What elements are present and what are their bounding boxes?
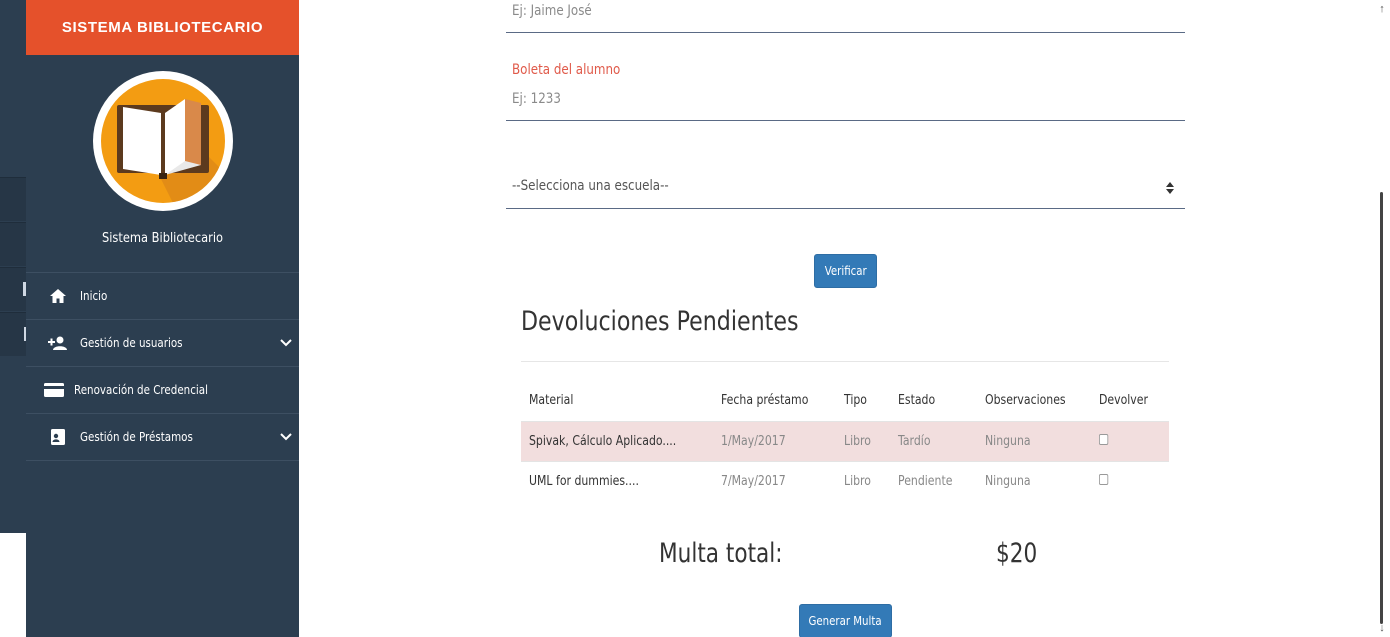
collapsed-nav-slot <box>0 312 26 356</box>
col-material: Material <box>529 393 574 409</box>
brand-title[interactable]: SISTEMA BIBLIOTECARIO <box>26 0 299 55</box>
sidebar-item-label: Inicio <box>80 289 108 303</box>
table-header-row: Material Fecha préstamo Tipo Estado Obse… <box>521 381 1169 421</box>
contact-card-icon <box>48 427 68 447</box>
scroll-down-arrow-icon[interactable]: ↓ <box>1376 622 1388 634</box>
table-row: Spivak, Cálculo Aplicado.... 1/May/2017 … <box>521 420 1169 461</box>
school-select[interactable]: --Selecciona una escuela-- <box>506 170 1185 209</box>
sidebar-item-label: Gestión de Préstamos <box>80 430 193 444</box>
table-row: UML for dummies.... 7/May/2017 Libro Pen… <box>521 460 1169 501</box>
cell-tipo: Libro <box>836 420 890 461</box>
sidebar-item-label: Renovación de Credencial <box>74 383 208 397</box>
boleta-label: Boleta del alumno <box>512 62 621 78</box>
return-checkbox[interactable] <box>1099 433 1109 445</box>
scroll-up-arrow-icon[interactable]: ↑ <box>1376 3 1388 15</box>
cell-observaciones: Ninguna <box>977 420 1091 461</box>
cell-estado: Tardío <box>890 420 977 461</box>
cell-fecha: 1/May/2017 <box>713 420 836 461</box>
select-arrows-icon <box>1166 182 1174 194</box>
cell-fecha: 7/May/2017 <box>713 460 836 501</box>
col-devolver: Devolver <box>1099 393 1148 409</box>
chevron-down-icon[interactable] <box>279 335 293 349</box>
chevron-down-icon[interactable] <box>279 429 293 443</box>
collapsed-nav-slot <box>0 177 26 221</box>
home-icon <box>48 286 68 306</box>
boleta-field[interactable]: Boleta del alumno Ej: 1233 <box>506 58 1185 121</box>
name-placeholder: Ej: Jaime José <box>512 3 592 19</box>
title-divider <box>521 361 1169 362</box>
generate-fine-button[interactable]: Generar Multa <box>799 604 892 637</box>
cell-devolver <box>1091 420 1169 461</box>
fine-total-label: Multa total: <box>659 538 783 569</box>
sidebar-item-renovacion[interactable]: Renovación de Credencial <box>26 366 299 413</box>
return-checkbox[interactable] <box>1099 473 1109 485</box>
cell-material: UML for dummies.... <box>521 460 713 501</box>
section-title: Devoluciones Pendientes <box>521 306 799 337</box>
system-name: Sistema Bibliotecario <box>101 231 224 246</box>
sidebar-item-gestion-usuarios[interactable]: Gestión de usuarios <box>26 319 299 366</box>
page-scrollbar[interactable]: ↑ ↓ <box>1375 0 1390 637</box>
collapsed-nav-slot <box>0 222 26 266</box>
cell-tipo: Libro <box>836 460 890 501</box>
name-field[interactable]: Ej: Jaime José <box>506 0 1185 33</box>
sidebar-item-gestion-prestamos[interactable]: Gestión de Préstamos <box>26 413 299 461</box>
sidebar-item-label: Gestión de usuarios <box>80 336 183 350</box>
book-icon <box>117 99 225 203</box>
fine-total-value: $20 <box>996 538 1038 569</box>
cell-observaciones: Ninguna <box>977 460 1091 501</box>
generate-fine-button-label: Generar Multa <box>808 614 883 628</box>
col-observaciones: Observaciones <box>985 393 1066 409</box>
col-estado: Estado <box>898 393 936 409</box>
add-user-icon <box>48 333 68 353</box>
sidebar-item-inicio[interactable]: Inicio <box>26 272 299 319</box>
col-tipo: Tipo <box>844 393 867 409</box>
col-fecha: Fecha préstamo <box>721 393 809 409</box>
cell-material: Spivak, Cálculo Aplicado.... <box>521 420 713 461</box>
sidebar: SISTEMA BIBLIOTECARIO Sistema Biblioteca… <box>26 0 299 637</box>
credit-card-icon <box>44 380 64 400</box>
collapsed-sidebar-strip <box>0 0 26 533</box>
verify-button[interactable]: Verificar <box>814 254 877 288</box>
cell-devolver <box>1091 460 1169 501</box>
library-logo <box>93 71 233 211</box>
cell-estado: Pendiente <box>890 460 977 501</box>
school-select-value: --Selecciona una escuela-- <box>512 178 669 194</box>
scrollbar-thumb[interactable] <box>1380 192 1383 624</box>
pending-returns-table: Material Fecha préstamo Tipo Estado Obse… <box>521 381 1169 501</box>
collapsed-nav-slot <box>0 267 26 311</box>
boleta-placeholder: Ej: 1233 <box>512 91 561 107</box>
verify-button-label: Verificar <box>824 264 867 278</box>
sidebar-nav: Inicio Gestión de usuarios Renovación de… <box>26 272 299 461</box>
